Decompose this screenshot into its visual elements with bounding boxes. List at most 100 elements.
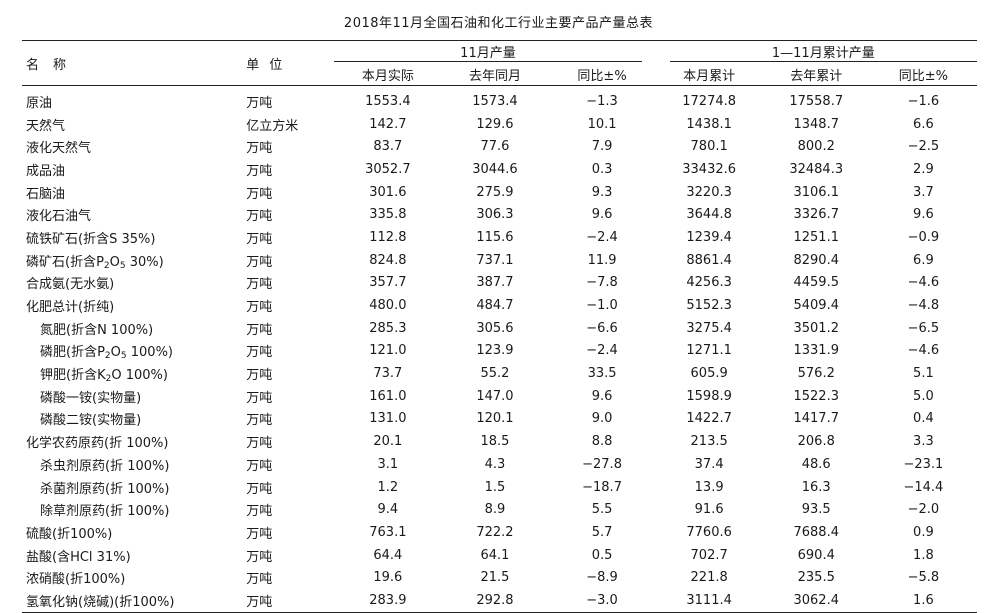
value-yoy-month: 9.6	[591, 207, 613, 223]
table-row: 合成氨(无水氨) 万吨 357.7 387.7 −7.8 4256.3 4459.5 −4.6	[22, 272, 977, 295]
table-row: 除草剂原药(折 100%) 万吨 9.4 8.9 5.5 91.6 93.5 −2.0	[22, 498, 977, 521]
value-last-year-cumulative: 235.5	[797, 570, 835, 586]
value-yoy-cumulative: 1.8	[913, 547, 934, 563]
table-row: 原油 万吨 1553.4 1573.4 −1.3 17274.8 17558.7 −1.6	[22, 86, 977, 113]
value-last-year-cumulative: 3501.2	[793, 320, 839, 336]
header-sub-yoy-cumulative: 同比±%	[898, 68, 949, 84]
value-last-year-cumulative: 3326.7	[793, 207, 839, 223]
header-sub-actual: 本月实际	[361, 68, 414, 84]
value-yoy-cumulative: 3.7	[913, 184, 934, 200]
value-actual: 3.1	[377, 456, 399, 472]
value-cumulative: 213.5	[690, 434, 728, 450]
product-unit: 万吨	[246, 95, 273, 111]
value-last-year-cumulative: 3062.4	[793, 592, 839, 608]
value-yoy-month: 10.1	[587, 116, 617, 132]
value-last-year-cumulative: 17558.7	[789, 93, 844, 109]
value-actual: 9.4	[377, 502, 399, 518]
table-row: 盐酸(含HCl 31%) 万吨 64.4 64.1 0.5 702.7 690.4 1.8	[22, 544, 977, 567]
header-unit: 单位	[246, 57, 293, 73]
value-yoy-month: 7.9	[591, 139, 613, 155]
value-last-year-cumulative: 16.3	[801, 479, 831, 495]
value-actual: 131.0	[369, 411, 407, 427]
value-cumulative: 3275.4	[686, 320, 732, 336]
value-last-year-month: 147.0	[476, 388, 514, 404]
product-unit: 万吨	[246, 436, 273, 452]
production-table: 名称 单位 11月产量 1—11月累计产量 本月实际 去年同月 同比±% 本月累…	[22, 40, 977, 613]
value-last-year-cumulative: 206.8	[797, 434, 835, 450]
value-last-year-cumulative: 4459.5	[793, 275, 839, 291]
header-sub-yoy-month: 同比±%	[577, 68, 627, 84]
table-row: 天然气 亿立方米 142.7 129.6 10.1 1438.1 1348.7 6.6	[22, 113, 977, 136]
value-last-year-month: 21.5	[480, 570, 510, 586]
product-name: 化肥总计(折纯)	[26, 300, 115, 316]
value-last-year-cumulative: 1522.3	[793, 388, 839, 404]
table-row: 化肥总计(折纯) 万吨 480.0 484.7 −1.0 5152.3 5409.4 −4.8	[22, 294, 977, 317]
value-yoy-cumulative: 3.3	[913, 434, 934, 450]
product-name: 原油	[26, 95, 53, 111]
value-cumulative: 1239.4	[686, 229, 732, 245]
value-last-year-cumulative: 576.2	[797, 366, 835, 382]
product-unit: 万吨	[246, 277, 273, 293]
product-unit: 万吨	[246, 594, 273, 610]
value-yoy-cumulative: −2.5	[907, 139, 940, 155]
product-name: 浓硝酸(折100%)	[26, 572, 126, 588]
value-yoy-cumulative: −4.6	[907, 275, 940, 291]
value-yoy-month: −2.4	[586, 229, 618, 245]
value-last-year-month: 275.9	[476, 184, 514, 200]
value-yoy-cumulative: −14.4	[903, 479, 944, 495]
header-group-cumulative-label: 1—11月累计产量	[771, 46, 875, 61]
value-actual: 121.0	[369, 343, 407, 359]
value-cumulative: 1598.9	[686, 388, 732, 404]
value-actual: 112.8	[369, 229, 407, 245]
value-cumulative: 702.7	[690, 547, 728, 563]
header-name: 名称	[26, 57, 81, 73]
value-last-year-month: 292.8	[476, 592, 514, 608]
value-yoy-month: −7.8	[586, 275, 618, 291]
value-actual: 1.2	[377, 479, 399, 495]
value-last-year-cumulative: 690.4	[797, 547, 835, 563]
value-last-year-month: 115.6	[476, 229, 514, 245]
value-yoy-month: −3.0	[586, 592, 618, 608]
value-last-year-cumulative: 800.2	[797, 139, 835, 155]
value-actual: 20.1	[373, 434, 403, 450]
value-cumulative: 3220.3	[686, 184, 732, 200]
table-title: 2018年11月全国石油和化工行业主要产品产量总表	[343, 16, 654, 31]
product-unit: 万吨	[246, 141, 273, 157]
table-row: 磷酸一铵(实物量) 万吨 161.0 147.0 9.6 1598.9 1522.3 5.0	[22, 385, 977, 408]
header-group-november-label: 11月产量	[460, 46, 516, 61]
value-last-year-cumulative: 8290.4	[793, 252, 839, 268]
value-yoy-month: −1.0	[586, 298, 618, 314]
value-last-year-month: 8.9	[484, 502, 506, 518]
product-unit: 万吨	[246, 186, 273, 202]
value-last-year-cumulative: 7688.4	[793, 524, 839, 540]
value-yoy-month: −18.7	[582, 479, 622, 495]
header-sub-last-year-cumulative: 去年累计	[790, 68, 843, 84]
value-cumulative: 780.1	[690, 139, 728, 155]
value-last-year-month: 123.9	[476, 343, 514, 359]
value-cumulative: 3644.8	[686, 207, 732, 223]
value-actual: 335.8	[369, 207, 407, 223]
value-cumulative: 1271.1	[686, 343, 732, 359]
product-unit: 万吨	[246, 254, 273, 270]
table-row: 氮肥(折含N 100%) 万吨 285.3 305.6 −6.6 3275.4 3501.2…	[22, 317, 977, 340]
value-actual: 142.7	[369, 116, 407, 132]
value-yoy-month: 11.9	[587, 252, 617, 268]
value-yoy-cumulative: −5.8	[907, 570, 940, 586]
value-yoy-cumulative: −6.5	[907, 320, 940, 336]
table-row: 氢氧化钠(烧碱)(折100%) 万吨 283.9 292.8 −3.0 3111.4 306…	[22, 589, 977, 613]
table-row: 磷矿石(折含P2O5 30%) 万吨 824.8 737.1 11.9 8861.4 829…	[22, 249, 977, 272]
value-yoy-cumulative: 6.6	[913, 116, 934, 132]
value-yoy-cumulative: −0.9	[907, 229, 940, 245]
product-unit: 万吨	[246, 368, 273, 384]
value-actual: 301.6	[369, 184, 407, 200]
table-row: 浓硝酸(折100%) 万吨 19.6 21.5 −8.9 221.8 235.5 −5.8	[22, 566, 977, 589]
table-row: 杀虫剂原药(折 100%) 万吨 3.1 4.3 −27.8 37.4 48.6 −23.1	[22, 453, 977, 476]
value-actual: 3052.7	[365, 161, 411, 177]
value-yoy-month: 0.5	[591, 547, 613, 563]
value-yoy-month: 9.3	[591, 184, 613, 200]
value-last-year-cumulative: 1348.7	[793, 116, 839, 132]
value-last-year-cumulative: 32484.3	[789, 161, 844, 177]
value-cumulative: 1438.1	[686, 116, 732, 132]
value-yoy-month: 5.5	[591, 502, 613, 518]
value-yoy-cumulative: −4.6	[907, 343, 940, 359]
